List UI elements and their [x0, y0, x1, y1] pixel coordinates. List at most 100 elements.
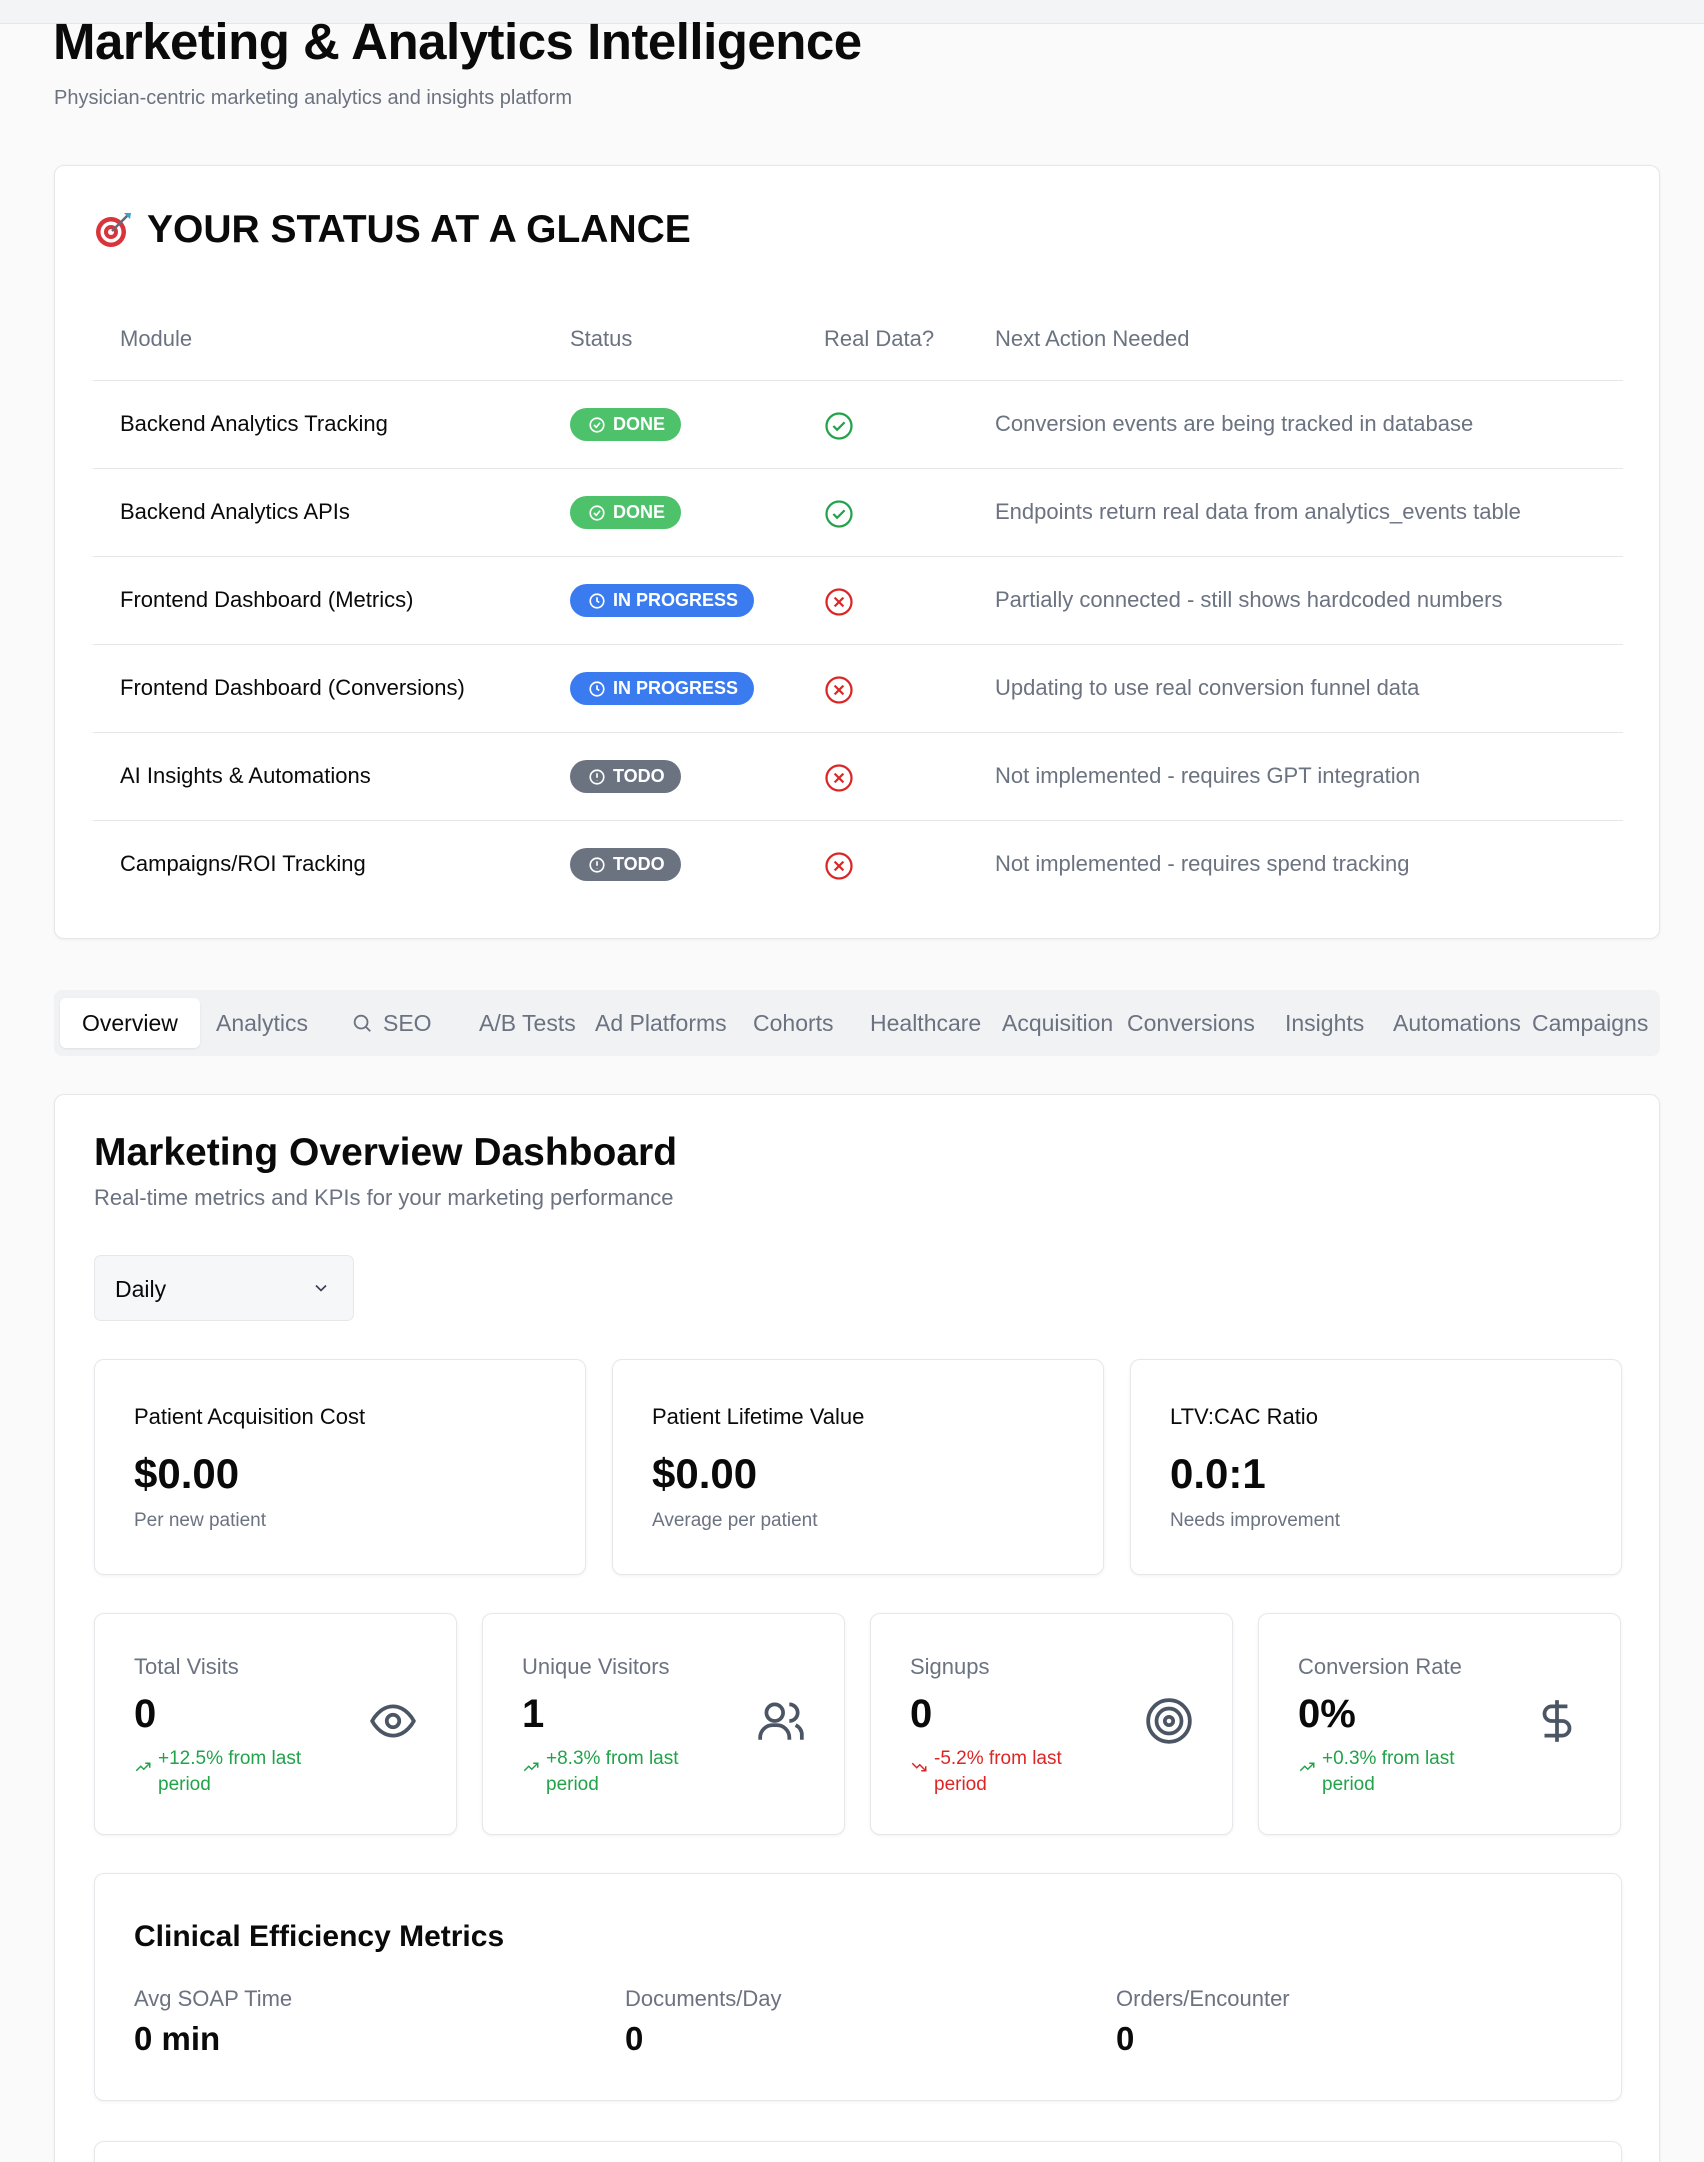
x-circle-icon	[824, 587, 854, 617]
next-action-text: Updating to use real conversion funnel d…	[995, 675, 1420, 700]
stat-card-conversion-rate: Conversion Rate 0% +0.3% from last perio…	[1258, 1613, 1621, 1835]
tab-label: Acquisition	[1002, 1009, 1114, 1036]
table-row: AI Insights & Automations TODO Not impleme…	[93, 733, 1623, 821]
tab-ab-tests[interactable]: A/B Tests	[479, 998, 576, 1048]
status-heading-text: YOUR STATUS AT A GLANCE	[147, 208, 691, 251]
stat-card-total-visits: Total Visits 0 +12.5% from last period	[94, 1613, 457, 1835]
status-badge-label: DONE	[613, 502, 666, 522]
tab-label: Overview	[82, 1009, 178, 1036]
module-name: Frontend Dashboard (Metrics)	[120, 587, 414, 612]
period-select-value: Daily	[115, 1276, 167, 1302]
table-row: Backend Analytics Tracking DONE Conversion…	[93, 381, 1623, 469]
tab-seo[interactable]: SEO	[351, 998, 432, 1048]
kpi-value: $0.00	[134, 1450, 240, 1497]
status-badge: TODO	[570, 760, 681, 793]
stat-value: 0%	[1298, 1692, 1356, 1736]
tab-campaigns[interactable]: Campaigns	[1532, 998, 1648, 1048]
module-name: Frontend Dashboard (Conversions)	[120, 675, 465, 700]
chevron-down-icon	[315, 1284, 327, 1292]
tab-label: Automations	[1393, 1009, 1521, 1036]
eye-icon	[370, 1704, 416, 1738]
tab-insights[interactable]: Insights	[1285, 998, 1364, 1048]
clinical-metric-documents: Documents/Day 0	[625, 1986, 782, 2058]
clinical-metric-orders: Orders/Encounter 0	[1116, 1986, 1290, 2058]
kpi-caption: Average per patient	[652, 1510, 818, 1531]
stat-change-text: +8.3% from last period	[546, 1748, 679, 1795]
check-circle-icon	[824, 411, 854, 441]
tab-ad-platforms[interactable]: Ad Platforms	[595, 998, 727, 1048]
stat-change: +8.3% from last period	[522, 1746, 722, 1798]
metric-label: Avg SOAP Time	[134, 1986, 293, 2011]
check-circle-icon	[588, 504, 606, 522]
status-badge-label: IN PROGRESS	[613, 678, 739, 698]
tab-label: Healthcare	[870, 1009, 982, 1036]
check-circle-icon	[588, 416, 606, 434]
next-section-card	[94, 2141, 1622, 2162]
status-heading: YOUR STATUS AT A GLANCE	[93, 208, 691, 252]
tab-healthcare[interactable]: Healthcare	[870, 998, 981, 1048]
kpi-label: Patient Acquisition Cost	[134, 1404, 366, 1429]
clinical-metrics-card: Clinical Efficiency Metrics Avg SOAP Tim…	[94, 1873, 1622, 2101]
status-table: Module Status Real Data? Next Action Nee…	[93, 296, 1623, 909]
x-circle-icon	[824, 675, 854, 705]
clinical-title: Clinical Efficiency Metrics	[134, 1920, 505, 1953]
stat-value: 1	[522, 1692, 545, 1736]
status-badge: TODO	[570, 848, 681, 881]
next-action-text: Endpoints return real data from analytic…	[995, 499, 1521, 524]
stat-label: Unique Visitors	[522, 1654, 670, 1679]
tab-bar: Overview Analytics SEO A/B Tests Ad Plat…	[54, 990, 1660, 1056]
tab-conversions[interactable]: Conversions	[1127, 998, 1255, 1048]
page-subtitle: Physician-centric marketing analytics an…	[54, 87, 572, 109]
status-badge-label: IN PROGRESS	[613, 590, 739, 610]
stat-card-unique-visitors: Unique Visitors 1 +8.3% from last period	[482, 1613, 845, 1835]
table-row: Backend Analytics APIs DONE Endpoints retu…	[93, 469, 1623, 557]
clock-icon	[588, 592, 606, 610]
metric-label: Orders/Encounter	[1116, 1986, 1290, 2011]
tab-label: SEO	[383, 1009, 432, 1036]
tab-cohorts[interactable]: Cohorts	[753, 998, 834, 1048]
check-circle-icon	[824, 499, 854, 529]
overview-subtitle: Real-time metrics and KPIs for your mark…	[94, 1185, 674, 1210]
module-name: Backend Analytics Tracking	[120, 411, 388, 436]
tab-automations[interactable]: Automations	[1393, 998, 1521, 1048]
page-title: Marketing & Analytics Intelligence	[53, 13, 862, 70]
overview-card: Marketing Overview Dashboard Real-time m…	[54, 1094, 1660, 2162]
table-body: Backend Analytics Tracking DONE Conversion…	[93, 381, 1623, 909]
target-icon	[93, 210, 133, 250]
kpi-card-acquisition-cost: Patient Acquisition Cost $0.00 Per new p…	[94, 1359, 586, 1575]
tab-overview[interactable]: Overview	[60, 998, 200, 1048]
trending-up-icon	[135, 1762, 151, 1772]
status-badge: IN PROGRESS	[570, 584, 755, 617]
status-badge: DONE	[570, 408, 682, 441]
stat-change: +12.5% from last period	[134, 1746, 334, 1798]
users-icon	[758, 1702, 804, 1740]
period-select[interactable]: Daily	[94, 1255, 354, 1321]
tab-acquisition[interactable]: Acquisition	[1002, 998, 1113, 1048]
x-circle-icon	[824, 763, 854, 793]
status-badge-label: TODO	[613, 766, 665, 786]
x-circle-icon	[824, 851, 854, 881]
module-name: Backend Analytics APIs	[120, 499, 350, 524]
stat-card-signups: Signups 0 -5.2% from last period	[870, 1613, 1233, 1835]
tab-label: Conversions	[1127, 1009, 1255, 1036]
metric-value: 0	[625, 2020, 644, 2057]
metric-value: 0	[1116, 2020, 1135, 2057]
next-action-text: Not implemented - requires spend trackin…	[995, 851, 1410, 876]
stat-change: +0.3% from last period	[1298, 1746, 1498, 1798]
alert-circle-icon	[588, 768, 606, 786]
tab-label: Campaigns	[1532, 1009, 1649, 1036]
column-header-status: Status	[570, 326, 633, 351]
kpi-value: $0.00	[652, 1450, 758, 1497]
kpi-card-lifetime-value: Patient Lifetime Value $0.00 Average per…	[612, 1359, 1104, 1575]
metric-value: 0 min	[134, 2020, 221, 2057]
tab-analytics[interactable]: Analytics	[216, 998, 308, 1048]
stat-value: 0	[910, 1692, 933, 1736]
status-badge: DONE	[570, 496, 682, 529]
clock-icon	[588, 680, 606, 698]
target-icon	[1146, 1698, 1192, 1744]
trending-up-icon	[523, 1762, 539, 1772]
kpi-label: Patient Lifetime Value	[652, 1404, 865, 1429]
module-name: Campaigns/ROI Tracking	[120, 851, 366, 876]
table-row: Frontend Dashboard (Metrics) IN PROGRESS P…	[93, 557, 1623, 645]
status-card: YOUR STATUS AT A GLANCE Module Status Re…	[54, 165, 1660, 939]
